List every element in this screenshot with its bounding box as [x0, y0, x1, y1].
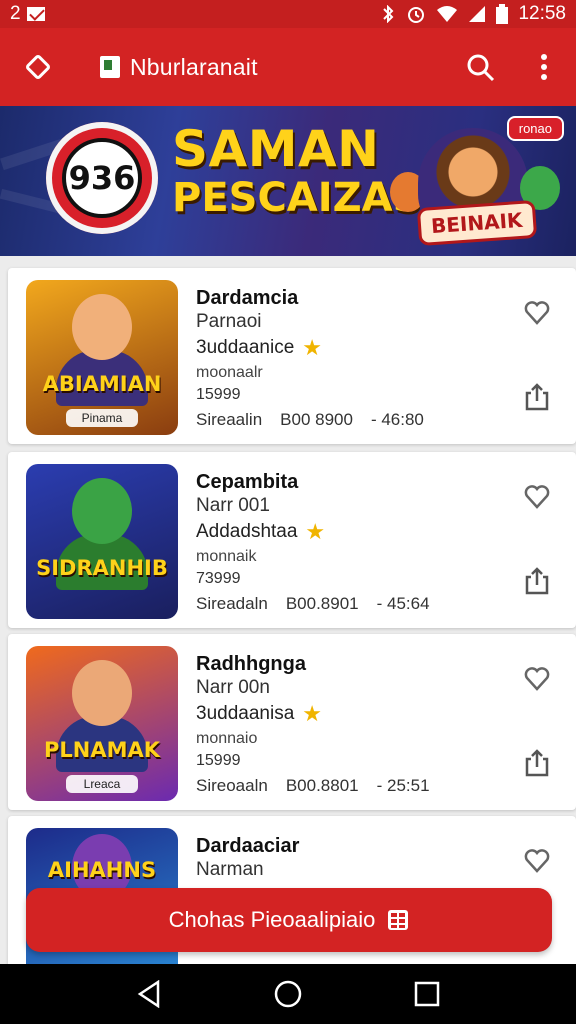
status-right: 12:58	[380, 3, 566, 25]
game-size: Sireadaln	[196, 594, 268, 613]
game-downloads: B00 8900	[280, 410, 353, 429]
recents-icon[interactable]	[402, 969, 452, 1019]
game-name: Cepambita	[196, 471, 299, 493]
game-meta: Sireoaaln B00.8801 - 25:51	[196, 772, 496, 800]
banner-badge-text: 936	[62, 138, 142, 218]
game-card[interactable]: SIDRANHIB Cepambita Narr 001 Addadshtaa …	[8, 452, 576, 628]
game-meta: Sireaalin B00 8900 - 46:80	[196, 406, 496, 434]
app-title: Nburlaranait	[130, 53, 258, 80]
game-name: Dardamcia	[196, 287, 299, 309]
game-time-value: 46:80	[381, 410, 424, 429]
game-category: monnaio	[196, 730, 258, 747]
status-time: 12:58	[518, 3, 566, 24]
favorite-heart-icon[interactable]	[522, 298, 552, 328]
banner-tag[interactable]: ronao	[506, 116, 564, 141]
thumb-subtitle: Pinama	[66, 409, 138, 427]
rating-label: Addadshtaa	[196, 521, 298, 542]
cta-label: Chohas Pieoaalipiaio	[168, 907, 376, 932]
app-bar-actions	[448, 28, 576, 106]
cta-button[interactable]: Chohas Pieoaalipiaio	[26, 888, 552, 952]
system-nav-bar	[0, 964, 576, 1024]
promo-banner[interactable]: 936 SAMAN PESCAIZAS BEINAIK ronao	[0, 106, 576, 256]
thumb-character-face	[72, 294, 132, 360]
status-bar: 2 12:58	[0, 0, 576, 28]
thumb-title: AIHAHNS	[47, 858, 157, 882]
game-info: Cepambita Narr 001 Addadshtaa ★ monnaik …	[196, 470, 496, 618]
thumb-title: ABIAMIAN	[42, 372, 162, 396]
banner-badge: 936	[46, 122, 158, 234]
bluetooth-icon	[380, 5, 396, 23]
game-time: - 46:80	[370, 410, 424, 429]
star-icon: ★	[302, 335, 322, 360]
banner-character-tag: BEINAIK	[417, 199, 538, 247]
game-time: - 45:64	[376, 594, 430, 613]
app-bar: Nburlaranait	[0, 28, 576, 106]
thumb-character-face	[72, 660, 132, 726]
game-rating: 3uddaanisa ★	[196, 700, 496, 728]
thumb-character-face	[72, 478, 132, 544]
thumb-title: SIDRANHIB	[36, 556, 168, 580]
game-time: - 25:51	[376, 776, 430, 795]
game-time-value: 25:51	[387, 776, 430, 795]
game-name: Dardaaciar	[196, 835, 300, 857]
game-downloads: B00.8901	[285, 594, 359, 613]
rating-label: 3uddaanice	[196, 337, 295, 358]
signal-icon	[468, 5, 486, 23]
favorite-heart-icon[interactable]	[522, 664, 552, 694]
game-downloads: B00.8801	[285, 776, 359, 795]
banner-headline-line2: PESCAIZAS	[172, 175, 422, 221]
more-vert-icon[interactable]	[512, 28, 576, 106]
game-author: Narr 00n	[196, 677, 270, 698]
game-author: Narman	[196, 859, 264, 880]
game-card[interactable]: PLNAMAK Lreaca Radhhgnga Narr 00n 3uddaa…	[8, 634, 576, 810]
status-left: 2	[10, 3, 45, 25]
status-left-text: 2	[10, 3, 21, 24]
star-icon: ★	[305, 519, 326, 544]
game-author: Narr 001	[196, 495, 270, 516]
game-count: 15999	[196, 752, 241, 769]
banner-headline-line1: SAMAN	[172, 120, 380, 178]
thumb-subtitle: Lreaca	[66, 775, 138, 793]
share-icon[interactable]	[522, 566, 552, 596]
game-author: Parnaoi	[196, 311, 262, 332]
share-icon[interactable]	[522, 748, 552, 778]
back-icon[interactable]	[124, 969, 174, 1019]
favorite-heart-icon[interactable]	[522, 482, 552, 512]
game-rating: Addadshtaa ★	[196, 518, 496, 546]
battery-icon	[496, 4, 509, 24]
game-thumbnail[interactable]: PLNAMAK Lreaca	[26, 646, 178, 801]
app-logo-icon	[100, 56, 120, 78]
game-info: Dardamcia Parnaoi 3uddaanice ★ moonaalr …	[196, 286, 496, 434]
share-icon[interactable]	[522, 382, 552, 412]
search-icon[interactable]	[448, 28, 512, 106]
game-size: Sireaalin	[196, 410, 263, 429]
game-rating: 3uddaanice ★	[196, 334, 496, 362]
game-info: Radhhgnga Narr 00n 3uddaanisa ★ monnaio …	[196, 652, 496, 800]
game-info: Dardaaciar Narman	[196, 834, 496, 882]
thumb-title: PLNAMAK	[43, 738, 161, 762]
game-card[interactable]: ABIAMIAN Pinama Dardamcia Parnaoi 3uddaa…	[8, 268, 576, 444]
mail-icon	[26, 7, 45, 21]
game-thumbnail[interactable]: ABIAMIAN Pinama	[26, 280, 178, 435]
game-category: monnaik	[196, 548, 257, 565]
game-count: 15999	[196, 386, 241, 403]
game-count: 73999	[196, 570, 241, 587]
game-category: moonaalr	[196, 364, 263, 381]
rating-label: 3uddaanisa	[196, 703, 295, 724]
home-icon[interactable]	[263, 969, 313, 1019]
alarm-icon	[406, 4, 426, 24]
star-icon: ★	[302, 701, 322, 726]
wifi-icon	[436, 5, 458, 23]
game-meta: Sireadaln B00.8901 - 45:64	[196, 590, 496, 618]
favorite-heart-icon[interactable]	[522, 846, 552, 876]
grid-icon	[387, 909, 409, 931]
diamond-menu-icon[interactable]	[0, 28, 76, 106]
game-name: Radhhgnga	[196, 653, 306, 675]
game-time-value: 45:64	[387, 594, 430, 613]
banner-headline: SAMAN PESCAIZAS	[172, 124, 421, 218]
game-thumbnail[interactable]: SIDRANHIB	[26, 464, 178, 619]
game-size: Sireoaaln	[196, 776, 268, 795]
